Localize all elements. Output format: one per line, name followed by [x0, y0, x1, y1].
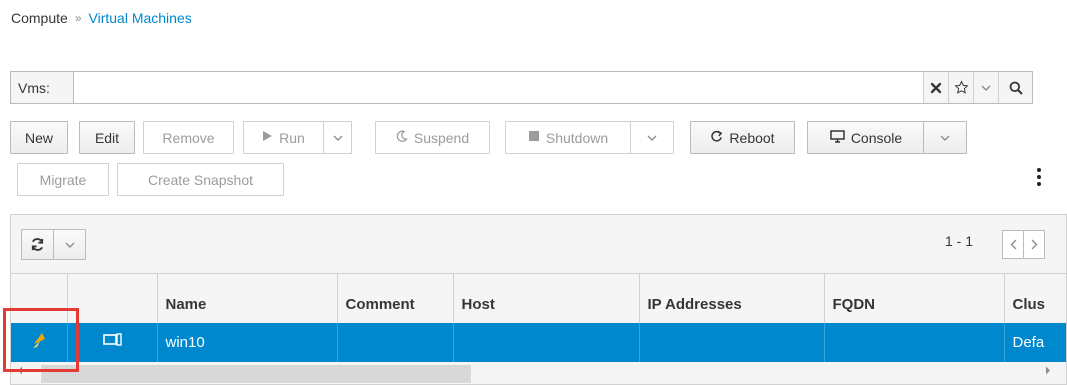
- play-icon: [262, 130, 273, 145]
- chevron-down-icon: [65, 242, 74, 248]
- stop-square-icon: [528, 130, 540, 145]
- column-header-comment[interactable]: Comment: [337, 273, 454, 323]
- suspend-label: Suspend: [413, 129, 470, 146]
- console-button[interactable]: Console: [807, 121, 925, 154]
- chevron-down-icon: [940, 135, 950, 141]
- refresh-button[interactable]: [21, 229, 54, 260]
- vm-cluster-cell: Defa: [1004, 322, 1066, 362]
- table-header-row: Name Comment Host IP Addresses FQDN Clus: [11, 273, 1066, 323]
- search-dropdown-chevron-icon[interactable]: [973, 72, 998, 103]
- chevron-down-icon: [333, 135, 342, 141]
- vm-ip-cell: [639, 322, 825, 362]
- search-input[interactable]: [74, 72, 923, 103]
- scrollbar-thumb[interactable]: [41, 365, 471, 383]
- vm-fqdn-cell: [824, 322, 1005, 362]
- edit-button[interactable]: Edit: [79, 121, 135, 154]
- run-label: Run: [279, 129, 305, 146]
- clear-search-icon[interactable]: [923, 72, 948, 103]
- more-actions-kebab-icon[interactable]: [1029, 166, 1049, 188]
- search-icon: [1009, 81, 1023, 95]
- previous-page-chevron-icon[interactable]: [1002, 230, 1024, 259]
- next-page-chevron-icon[interactable]: [1023, 230, 1045, 259]
- search-button[interactable]: [998, 72, 1032, 103]
- column-header-host[interactable]: Host: [453, 273, 640, 323]
- shutdown-label: Shutdown: [545, 129, 609, 146]
- scroll-right-arrow-icon[interactable]: [1045, 366, 1051, 378]
- vm-type-cell: [67, 322, 158, 362]
- pagination-range: 1 - 1: [945, 233, 974, 249]
- breadcrumb-virtual-machines[interactable]: Virtual Machines: [89, 10, 192, 26]
- new-button[interactable]: New: [10, 121, 68, 154]
- column-header-name[interactable]: Name: [157, 273, 338, 323]
- search-bar: Vms:: [10, 71, 1033, 104]
- refresh-interval-dropdown[interactable]: [53, 229, 86, 260]
- vm-host-cell: [453, 322, 640, 362]
- console-dropdown-button[interactable]: [923, 121, 967, 154]
- shutdown-button[interactable]: Shutdown: [505, 121, 631, 154]
- breadcrumb-compute[interactable]: Compute: [11, 10, 68, 26]
- run-button[interactable]: Run: [243, 121, 324, 154]
- create-snapshot-button[interactable]: Create Snapshot: [117, 163, 284, 196]
- refresh-icon: [31, 238, 44, 251]
- vm-grid-panel: 1 - 1 Name Comment Host IP Addresses FQD…: [10, 214, 1067, 385]
- suspend-button[interactable]: Suspend: [375, 121, 490, 154]
- grid-toolbar: 1 - 1: [11, 215, 1066, 273]
- refresh-arrow-icon: [710, 130, 723, 146]
- column-header-type: [67, 273, 158, 323]
- search-label: Vms:: [11, 72, 74, 103]
- horizontal-scrollbar[interactable]: [11, 362, 1066, 384]
- table-row[interactable]: win10 Defa: [11, 322, 1066, 362]
- shutdown-dropdown-button[interactable]: [630, 121, 674, 154]
- bookmark-star-icon[interactable]: [948, 72, 973, 103]
- reboot-label: Reboot: [729, 129, 775, 146]
- vm-name-cell[interactable]: win10: [157, 322, 338, 362]
- breadcrumb: Compute » Virtual Machines: [11, 8, 192, 28]
- reboot-button[interactable]: Reboot: [690, 121, 795, 154]
- monitor-icon: [830, 129, 845, 146]
- breadcrumb-separator: »: [74, 11, 82, 25]
- chevron-down-icon: [647, 135, 657, 141]
- vm-table: Name Comment Host IP Addresses FQDN Clus: [11, 273, 1066, 362]
- column-header-fqdn[interactable]: FQDN: [824, 273, 1005, 323]
- column-header-cluster[interactable]: Clus: [1004, 273, 1066, 323]
- status-highlight-box: [3, 308, 79, 372]
- remove-button[interactable]: Remove: [143, 121, 234, 154]
- migrate-button[interactable]: Migrate: [17, 163, 109, 196]
- desktop-vm-icon: [103, 333, 122, 346]
- moon-icon: [396, 130, 408, 145]
- console-label: Console: [850, 129, 903, 146]
- vm-comment-cell: [337, 322, 454, 362]
- column-header-ip-addresses[interactable]: IP Addresses: [639, 273, 825, 323]
- run-dropdown-button[interactable]: [323, 121, 352, 154]
